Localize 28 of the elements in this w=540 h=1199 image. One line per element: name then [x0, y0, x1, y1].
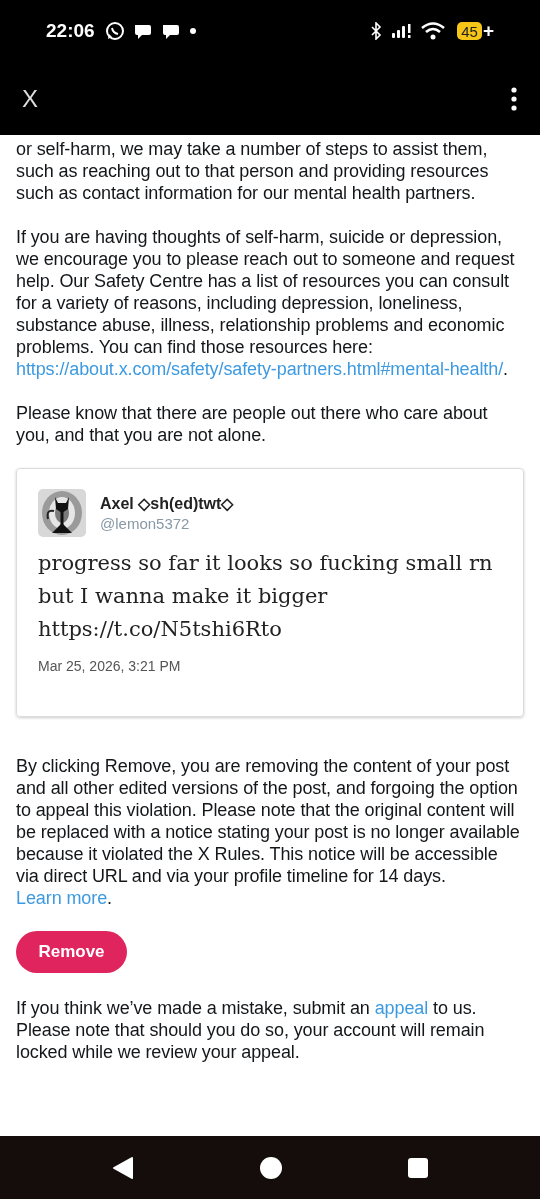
author-name: Axel ◇sh(ed)twt◇ [100, 494, 234, 513]
clock-time: 22:06 [46, 20, 95, 42]
link[interactable]: appeal [374, 998, 429, 1018]
bluetooth-icon [369, 22, 384, 40]
chat-bubble-icon [160, 22, 181, 40]
paragraph: If you are having thoughts of self-harm, suicide or depression, we encourage you to please reach out to someone and request help. Our Safety Centre has a list of resources you can consult for a variety of reasons, including depression, loneliness, substance abuse, illness, relationship problems and economic problems. You can find those resources here: https://about.x.com/safety/safety-partners.html#mental-health/. [16, 226, 516, 380]
back-icon[interactable] [112, 1155, 134, 1180]
charging-sign: + [482, 20, 494, 42]
recents-icon[interactable] [408, 1157, 428, 1178]
wifi-icon [421, 22, 446, 40]
home-icon[interactable] [259, 1155, 283, 1180]
author-handle: @lemon5372 [100, 515, 191, 532]
close-button[interactable]: X [22, 84, 38, 113]
signal-icon [391, 23, 414, 39]
link[interactable]: Learn more [16, 888, 108, 908]
paragraph: If you think we’ve made a mistake, submit an appeal to us. Please note that should you do so, your account will remain locked while we review your appeal. [16, 997, 486, 1063]
dot-icon [188, 27, 197, 35]
remove-button[interactable]: Remove [16, 931, 127, 973]
battery-indicator: 45 [457, 22, 482, 40]
post-timestamp: Mar 25, 2026, 3:21 PM [38, 658, 182, 674]
chat-bubble-icon [132, 22, 153, 40]
link[interactable]: https://about.x.com/safety/safety-partners.html#mental-health/ [16, 359, 504, 379]
post-text: progress so far it looks so fucking small rn but I wanna make it bigger https://t.co/N5tshi6Rto [38, 550, 494, 643]
more-options-icon[interactable] [510, 86, 518, 111]
paragraph: By clicking Remove, you are removing the content of your post and all other edited versions of the post, and forgoing the option to appeal this violation. Please note that the original content will be replaced with a notice stating your post is no longer available because it violated the X Rules. This notice will be accessible via direct URL and via your profile timeline for 14 days. Learn more. [16, 755, 521, 909]
paragraph: Please know that there are people out there who care about you, and that you are not alone. [16, 402, 489, 446]
paragraph: or self-harm, we may take a number of steps to assist them, such as reaching out to that person and providing resources such as contact information for our mental health partners. [16, 138, 490, 204]
whatsapp-icon [104, 21, 125, 41]
